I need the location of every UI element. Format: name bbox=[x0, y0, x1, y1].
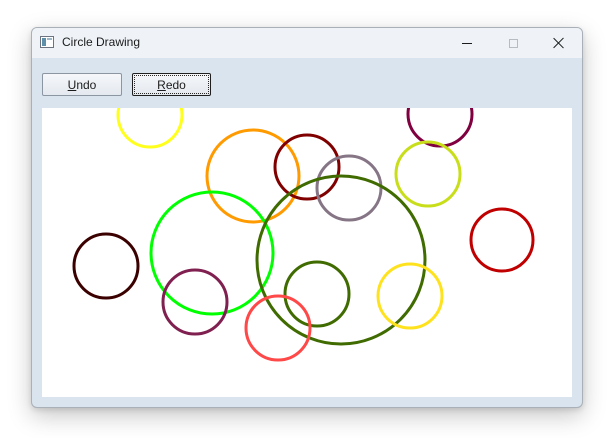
circle-shape[interactable] bbox=[72, 232, 140, 300]
window-title: Circle Drawing bbox=[62, 35, 141, 49]
minimize-icon bbox=[462, 42, 472, 44]
redo-label: edo bbox=[165, 77, 186, 92]
app-window: Circle Drawing Undo Redo bbox=[31, 27, 583, 408]
redo-mnemonic: R bbox=[157, 77, 166, 92]
circle-shape[interactable] bbox=[116, 108, 184, 149]
undo-button[interactable]: Undo bbox=[42, 73, 122, 96]
circle-shape[interactable] bbox=[394, 140, 462, 208]
circle-shape[interactable] bbox=[376, 262, 444, 330]
circle-shape[interactable] bbox=[406, 108, 474, 148]
circle-layer bbox=[72, 108, 535, 362]
circle-shape[interactable] bbox=[315, 154, 383, 222]
maximize-icon bbox=[508, 38, 518, 48]
minimize-button[interactable] bbox=[444, 28, 490, 58]
circle-shape[interactable] bbox=[469, 207, 535, 273]
undo-mnemonic: U bbox=[67, 77, 77, 92]
circle-shape[interactable] bbox=[149, 190, 275, 316]
circle-shape[interactable] bbox=[244, 294, 312, 362]
close-icon bbox=[553, 37, 565, 49]
circle-shape[interactable] bbox=[255, 174, 427, 346]
circle-shape[interactable] bbox=[273, 133, 341, 201]
circle-shape[interactable] bbox=[161, 268, 229, 336]
close-button[interactable] bbox=[536, 28, 582, 58]
drawing-canvas[interactable] bbox=[42, 108, 572, 397]
undo-label: ndo bbox=[76, 77, 97, 92]
circle-shape[interactable] bbox=[283, 260, 351, 328]
maximize-button[interactable] bbox=[490, 28, 536, 58]
redo-button[interactable]: Redo bbox=[132, 73, 211, 96]
app-window-icon bbox=[40, 36, 54, 48]
title-bar[interactable]: Circle Drawing bbox=[32, 28, 582, 58]
